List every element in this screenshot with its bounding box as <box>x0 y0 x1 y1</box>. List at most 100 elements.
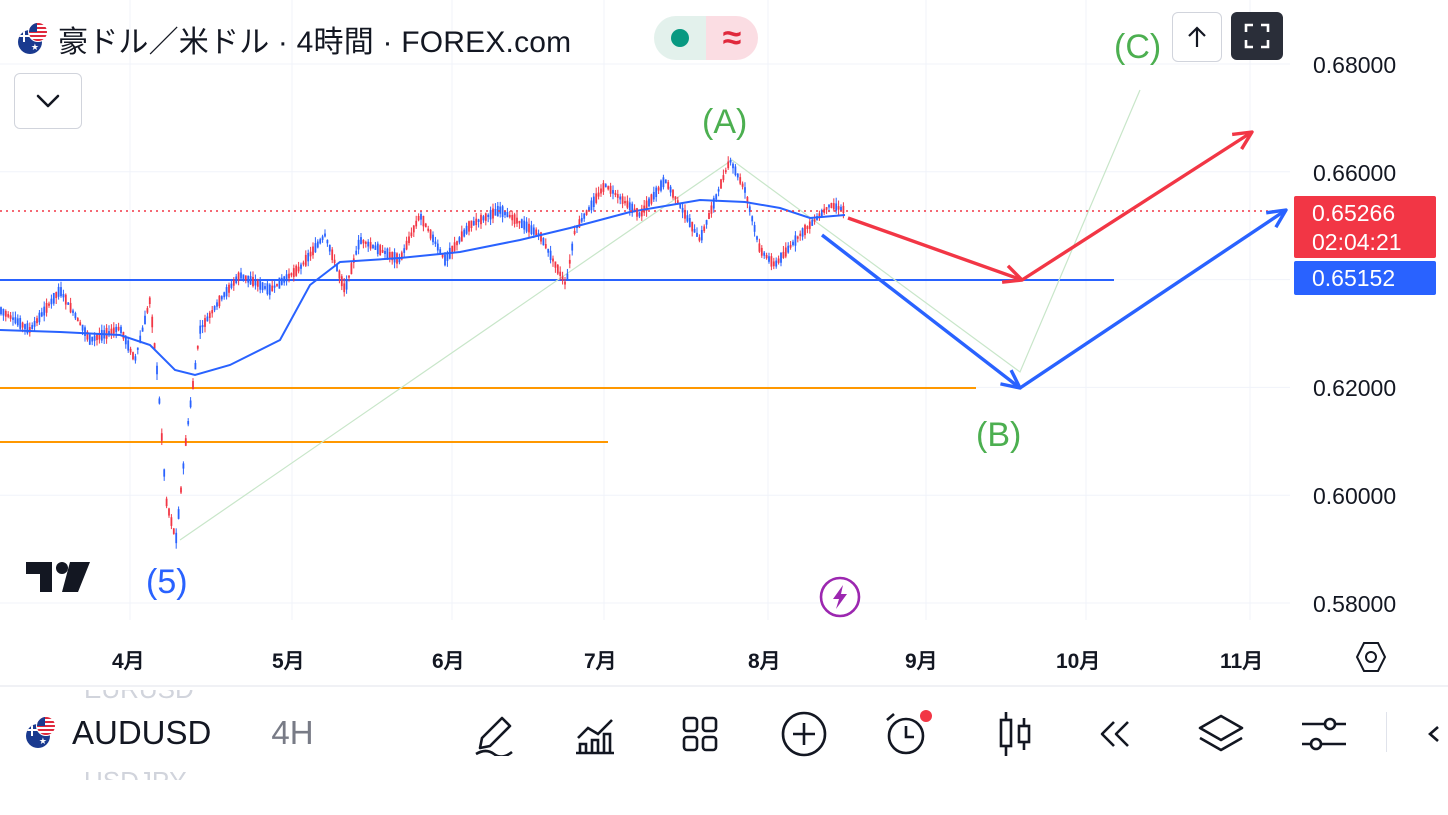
candle-body <box>792 241 794 246</box>
candle-body <box>621 196 624 204</box>
candle-body <box>43 306 46 316</box>
candle-body <box>739 177 742 184</box>
candle-body <box>825 207 828 210</box>
candle-body <box>264 286 266 289</box>
last-price-value: 0.65266 <box>1312 200 1396 226</box>
next-symbol-hint: USDJPY <box>84 766 187 780</box>
candle-body <box>465 225 468 234</box>
candle-body <box>232 279 235 286</box>
market-status-pill[interactable]: ≈ <box>654 16 758 60</box>
candle-body <box>333 259 336 264</box>
candle-body <box>585 210 588 215</box>
candle-body <box>319 239 322 244</box>
candle-body <box>434 241 437 244</box>
market-open-indicator[interactable] <box>654 16 706 60</box>
layers-icon <box>1198 714 1244 752</box>
candle-body <box>60 287 62 297</box>
candle-body <box>405 240 408 250</box>
tradingview-logo-icon[interactable] <box>26 560 94 594</box>
candle-body <box>686 215 689 222</box>
candle-body <box>480 214 482 225</box>
candle-body <box>590 200 593 211</box>
drawing-tools-button[interactable] <box>470 710 518 758</box>
candle-body <box>516 217 518 224</box>
alerts-button[interactable] <box>884 710 932 758</box>
candle-body <box>194 362 197 370</box>
candle-body <box>487 214 490 217</box>
fullscreen-button[interactable] <box>1231 12 1283 60</box>
candle-body <box>350 263 353 275</box>
candle-body <box>110 328 113 335</box>
candle-body <box>76 318 79 322</box>
chart-area[interactable]: 豪ドル／米ドル · 4時間 · FOREX.com ≈ 0.68000 0.66… <box>0 0 1448 690</box>
candle-body <box>770 256 773 267</box>
add-button[interactable] <box>780 710 828 758</box>
candle-body <box>535 229 538 236</box>
indicators-button[interactable] <box>572 710 620 758</box>
candle-body <box>91 336 94 342</box>
candle-body <box>292 268 295 277</box>
candle-body <box>408 236 410 244</box>
candle-body <box>52 292 55 304</box>
chart-header: 豪ドル／米ドル · 4時間 · FOREX.com <box>14 14 571 64</box>
replay-button[interactable] <box>1092 710 1140 758</box>
candle-body <box>362 239 365 244</box>
data-delay-indicator[interactable]: ≈ <box>706 16 758 60</box>
candle-body <box>602 182 605 192</box>
horizontal-line-price: 0.65152 <box>1312 265 1396 291</box>
candle-body <box>374 245 377 250</box>
candle-body <box>506 212 509 218</box>
candle-body <box>177 509 180 519</box>
candle-body <box>338 270 341 279</box>
candle-body <box>475 218 478 226</box>
wave-label-c[interactable]: (C) <box>1114 28 1161 67</box>
candle-body <box>201 325 204 328</box>
candle-body <box>120 326 122 334</box>
candle-body <box>729 159 732 163</box>
candle-body <box>108 331 110 334</box>
object-tree-button[interactable] <box>1196 710 1244 758</box>
candle-body <box>708 213 710 219</box>
candle-body <box>12 317 14 320</box>
candle-body <box>775 260 778 267</box>
wave-label-a[interactable]: (A) <box>702 103 747 142</box>
candle-body <box>717 189 720 192</box>
interval-button[interactable]: 4H <box>271 714 313 752</box>
candle-body <box>285 274 288 282</box>
wave-label-5[interactable]: (5) <box>146 563 188 602</box>
candle-body <box>271 285 274 292</box>
chart-type-button[interactable] <box>990 710 1038 758</box>
candle-body <box>357 239 360 250</box>
chart-properties-button[interactable] <box>1300 710 1348 758</box>
collapse-toolbar-button[interactable] <box>1420 710 1448 758</box>
candle-body <box>16 318 19 326</box>
wave-label-b[interactable]: (B) <box>976 416 1021 455</box>
candle-body <box>453 242 456 251</box>
candle-body <box>499 206 502 214</box>
candle-body <box>554 261 557 268</box>
candle-body <box>540 232 542 242</box>
candle-body <box>544 244 547 249</box>
chart-settings-icon[interactable] <box>1354 640 1388 674</box>
candle-body <box>549 250 552 261</box>
time-label-apr: 4月 <box>112 650 145 673</box>
legend-toggle-button[interactable] <box>14 73 82 129</box>
candle-body <box>600 188 602 194</box>
candle-body <box>508 214 511 218</box>
time-label-sep: 9月 <box>905 650 938 673</box>
candle-body <box>316 241 319 248</box>
candle-body <box>69 302 72 313</box>
candle-body <box>21 322 24 328</box>
candle-body <box>612 190 614 194</box>
candle-body <box>112 327 115 334</box>
symbol-name[interactable]: AUDUSD <box>72 714 211 752</box>
candle-body <box>300 264 302 269</box>
symbol-selector[interactable]: AUDUSD 4H <box>22 714 314 752</box>
layouts-button[interactable] <box>676 710 724 758</box>
price-label-0.58: 0.58000 <box>1313 591 1397 617</box>
chart-title[interactable]: 豪ドル／米ドル · 4時間 · FOREX.com <box>58 17 571 61</box>
flash-event-icon[interactable] <box>818 575 862 619</box>
scroll-up-button[interactable] <box>1172 12 1222 62</box>
candle-body <box>192 381 194 389</box>
candle-body <box>273 285 276 288</box>
